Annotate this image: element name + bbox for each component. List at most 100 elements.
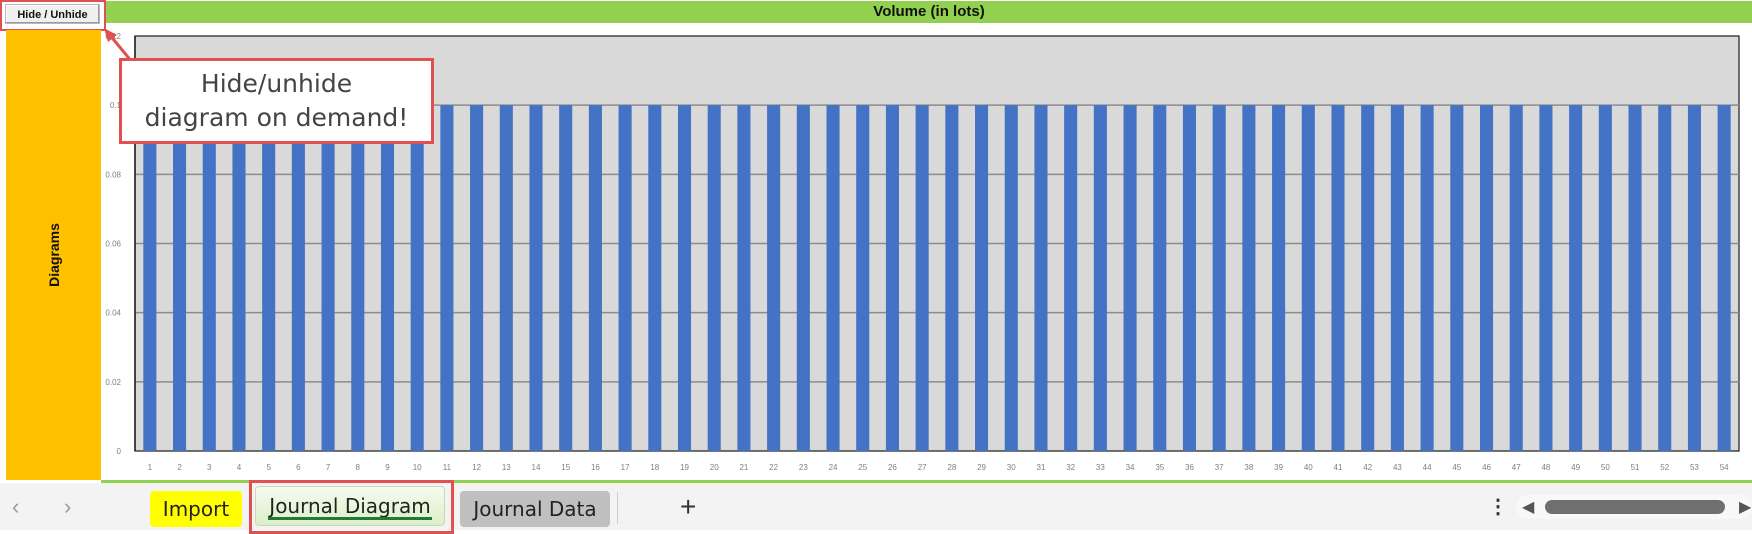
- y-tick-label: 0.02: [105, 378, 121, 387]
- bar: [499, 105, 513, 452]
- x-tick-label: 54: [1720, 463, 1729, 472]
- x-tick-label: 22: [769, 463, 778, 472]
- bar: [440, 105, 454, 452]
- bar: [767, 105, 781, 452]
- x-tick-label: 12: [472, 463, 481, 472]
- x-tick-label: 36: [1185, 463, 1194, 472]
- x-tick-label: 32: [1066, 463, 1075, 472]
- bar: [1569, 105, 1583, 452]
- bar: [618, 105, 632, 452]
- bar: [202, 105, 216, 452]
- bar: [885, 105, 899, 452]
- bar: [1361, 105, 1375, 452]
- x-tick-label: 17: [621, 463, 630, 472]
- hide-unhide-button[interactable]: Hide / Unhide: [5, 4, 100, 24]
- x-tick-label: 1: [148, 463, 153, 472]
- x-tick-label: 25: [858, 463, 867, 472]
- bar: [291, 105, 305, 452]
- x-tick-label: 37: [1215, 463, 1224, 472]
- bar: [915, 105, 929, 452]
- add-sheet-icon[interactable]: +: [680, 491, 696, 523]
- bar: [975, 105, 989, 452]
- x-tick-label: 4: [237, 463, 242, 472]
- x-tick-label: 20: [710, 463, 719, 472]
- x-tick-label: 5: [266, 463, 271, 472]
- bar: [677, 105, 692, 452]
- x-tick-label: 19: [680, 463, 689, 472]
- x-tick-label: 53: [1690, 463, 1699, 472]
- x-tick-label: 50: [1601, 463, 1610, 472]
- x-tick-label: 38: [1244, 463, 1253, 472]
- x-tick-label: 21: [739, 463, 748, 472]
- next-sheet-icon[interactable]: ›: [64, 494, 71, 520]
- bar: [1598, 105, 1612, 452]
- y-tick-label: 0.08: [105, 170, 121, 179]
- bar: [559, 105, 573, 452]
- x-tick-label: 43: [1393, 463, 1402, 472]
- bar: [470, 105, 484, 452]
- tab-separator: [617, 492, 618, 524]
- x-tick-label: 41: [1334, 463, 1343, 472]
- annotation-line-2: diagram on demand!: [144, 103, 409, 132]
- bar: [1539, 105, 1553, 452]
- x-tick-label: 35: [1155, 463, 1164, 472]
- y-tick-label: 0: [117, 447, 122, 456]
- bar: [1034, 105, 1048, 452]
- bar: [1687, 105, 1701, 452]
- x-tick-label: 40: [1304, 463, 1313, 472]
- x-tick-label: 6: [296, 463, 301, 472]
- tab-import-label: Import: [162, 497, 230, 521]
- scroll-right-icon[interactable]: ▶: [1739, 497, 1751, 517]
- x-tick-label: 47: [1512, 463, 1521, 472]
- x-tick-label: 13: [502, 463, 511, 472]
- prev-sheet-icon[interactable]: ‹: [12, 494, 19, 520]
- diagrams-sidebar: Diagrams: [6, 30, 101, 480]
- x-tick-label: 46: [1482, 463, 1491, 472]
- bar: [1064, 105, 1078, 452]
- bar: [410, 105, 424, 452]
- y-tick-label: 0.04: [105, 309, 121, 318]
- bar: [1093, 105, 1107, 452]
- bar: [1509, 105, 1523, 452]
- bar: [529, 105, 543, 452]
- bar: [1123, 105, 1137, 452]
- scroll-left-icon[interactable]: ◀: [1522, 497, 1534, 517]
- bar: [737, 105, 751, 452]
- x-tick-label: 23: [799, 463, 808, 472]
- x-tick-label: 30: [1007, 463, 1016, 472]
- bar: [143, 105, 157, 452]
- x-tick-label: 24: [829, 463, 838, 472]
- x-tick-label: 27: [918, 463, 927, 472]
- more-options-icon[interactable]: ⋮: [1488, 492, 1508, 522]
- x-tick-label: 39: [1274, 463, 1283, 472]
- bar: [1301, 105, 1315, 452]
- x-tick-label: 33: [1096, 463, 1105, 472]
- bar: [351, 105, 365, 452]
- bar: [232, 105, 246, 452]
- bar: [1450, 105, 1464, 452]
- x-tick-label: 3: [207, 463, 212, 472]
- x-tick-label: 10: [413, 463, 422, 472]
- bar: [1420, 105, 1434, 452]
- bar: [1153, 105, 1167, 452]
- bar: [1272, 105, 1286, 452]
- scrollbar-thumb[interactable]: [1545, 500, 1725, 514]
- annotation-line-1: Hide/unhide: [200, 69, 353, 98]
- bar: [1331, 105, 1345, 452]
- sidebar-label: Diagrams: [45, 223, 62, 287]
- x-tick-label: 8: [356, 463, 361, 472]
- chart-title: Volume (in lots): [106, 1, 1752, 23]
- x-tick-label: 44: [1423, 463, 1432, 472]
- bar: [945, 105, 959, 452]
- highlight-outline-active-tab: [249, 480, 454, 534]
- bar: [826, 105, 840, 452]
- bar: [1242, 105, 1256, 452]
- bar: [707, 105, 721, 452]
- y-tick-label: 0.06: [105, 240, 121, 249]
- tab-journal-data[interactable]: Journal Data: [460, 491, 610, 527]
- x-tick-label: 31: [1037, 463, 1046, 472]
- x-tick-label: 14: [532, 463, 541, 472]
- bar: [1658, 105, 1672, 452]
- tab-import[interactable]: Import: [150, 491, 242, 527]
- bar: [648, 105, 662, 452]
